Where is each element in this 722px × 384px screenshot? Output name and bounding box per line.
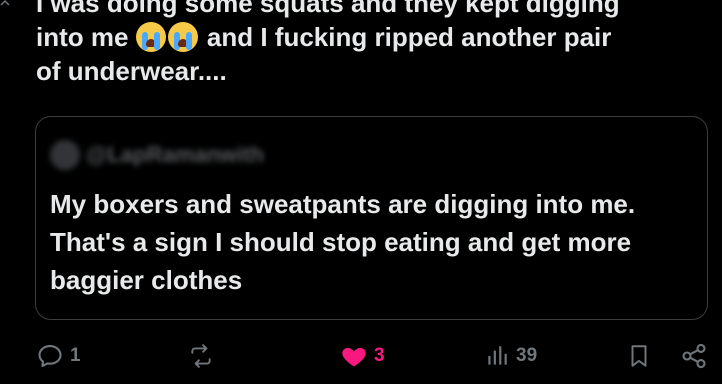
quoted-post-card[interactable]: @LapRamanwith My boxers and sweatpants a… xyxy=(35,116,708,320)
reply-icon xyxy=(38,345,62,367)
share-button[interactable] xyxy=(680,340,708,372)
post-body: I was doing some squats and they kept di… xyxy=(36,0,708,88)
repost-button[interactable] xyxy=(188,340,220,372)
post-action-bar: 1 3 39 xyxy=(36,340,708,372)
quoted-post-text: My boxers and sweatpants are digging int… xyxy=(50,189,636,295)
repost-icon xyxy=(191,344,211,368)
bookmark-icon xyxy=(631,345,647,367)
quoted-post-handle: @LapRamanwith xyxy=(86,142,264,167)
avatar xyxy=(50,140,80,170)
loudly-crying-face-icon xyxy=(135,22,166,52)
post-text-line1: I was doing some squats and they kept di… xyxy=(36,0,620,18)
post-text-line3: of underwear.... xyxy=(36,56,227,86)
post-text-line2a: into me xyxy=(36,22,129,52)
thread-chevron-icon xyxy=(0,0,10,6)
share-icon xyxy=(682,343,706,369)
reply-button[interactable]: 1 xyxy=(36,340,81,372)
heart-filled-icon xyxy=(342,347,366,367)
bookmark-button[interactable] xyxy=(626,340,652,372)
views-bar-chart-icon xyxy=(488,346,507,365)
like-count: 3 xyxy=(374,345,385,366)
reply-count: 1 xyxy=(70,345,81,366)
views-button[interactable]: 39 xyxy=(484,340,537,372)
post-text-line2b: and I fucking ripped another pair xyxy=(199,22,612,52)
like-button[interactable]: 3 xyxy=(340,340,385,372)
views-count: 39 xyxy=(516,345,538,366)
quoted-post-header: @LapRamanwith xyxy=(50,139,264,171)
loudly-crying-face-icon xyxy=(167,22,198,52)
